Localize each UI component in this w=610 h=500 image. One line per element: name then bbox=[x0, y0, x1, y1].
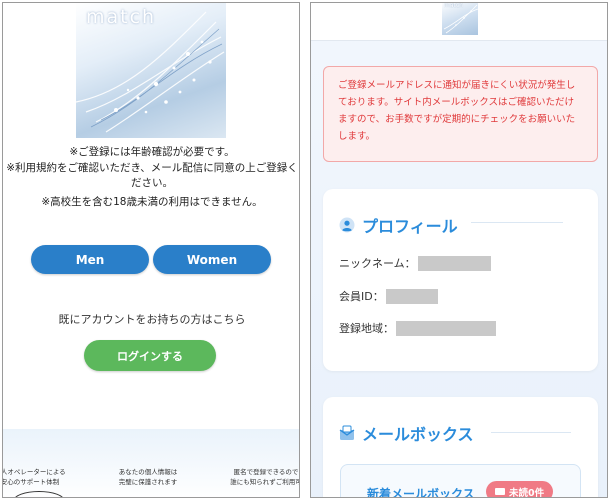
profile-title: プロフィール bbox=[362, 217, 458, 236]
hero-image: match bbox=[76, 3, 226, 138]
profile-card: プロフィール ニックネーム： 会員ID： 登録地域： bbox=[323, 189, 598, 371]
login-button[interactable]: ログインする bbox=[84, 340, 216, 371]
feature-support-line-2: 安心のサポート体制 bbox=[2, 478, 60, 486]
feature-anonymous: 匿名で登録できるので 誰にも知られずご利用可 bbox=[221, 467, 300, 487]
feature-anonymous-line-1: 匿名で登録できるので bbox=[233, 468, 299, 476]
minor-restriction-notice: ※高校生を含む18歳未満の利用はできません。 bbox=[41, 196, 263, 208]
member-id-redacted-value bbox=[385, 288, 438, 304]
profile-title-divider bbox=[471, 222, 563, 223]
nickname-redacted-value bbox=[417, 255, 491, 271]
existing-account-prompt: 既にアカウントをお持ちの方はこちら bbox=[58, 313, 246, 326]
mailbox-heading: メールボックス bbox=[339, 421, 474, 445]
screenshot-root: match ※ご登録には年齢確認が必要です。 ※利用規約をご確認いただき、メール… bbox=[0, 0, 610, 500]
member-id-label: 会員ID： bbox=[339, 290, 384, 303]
mailbox-icon bbox=[339, 425, 355, 440]
feature-support: …人オペレーターによる 安心のサポート体制 bbox=[2, 467, 75, 487]
women-button[interactable]: Women bbox=[153, 245, 271, 274]
feature-privacy-line-1: あなたの個人情報は bbox=[118, 468, 178, 476]
region-label: 登録地域： bbox=[339, 322, 394, 335]
brand-logo: match bbox=[86, 6, 157, 28]
member-top-screen: match ご登録メールアドレスに通知が届きにくい状況が発生しております。サイト… bbox=[310, 2, 608, 498]
men-button[interactable]: Men bbox=[31, 245, 149, 274]
member-id-field: 会員ID： bbox=[339, 288, 438, 304]
mailbox-title-divider bbox=[491, 432, 571, 433]
feature-anonymous-line-2: 誰にも知られずご利用可 bbox=[230, 478, 300, 486]
profile-heading: プロフィール bbox=[339, 213, 458, 237]
region-field: 登録地域： bbox=[339, 320, 496, 336]
envelope-icon bbox=[495, 488, 505, 495]
registration-screen: match ※ご登録には年齢確認が必要です。 ※利用規約をご確認いただき、メール… bbox=[2, 2, 300, 498]
header-brand-logo: match bbox=[444, 2, 463, 9]
feature-support-line-1: …人オペレーターによる bbox=[3, 468, 66, 476]
new-mailbox-link[interactable]: 新着メールボックス 未読0件 bbox=[340, 464, 581, 498]
nickname-field: ニックネーム： bbox=[339, 255, 491, 271]
age-verification-notice: ※ご登録には年齢確認が必要です。 bbox=[69, 146, 235, 158]
feature-privacy: あなたの個人情報は 完璧に保護されます bbox=[103, 467, 193, 487]
features-section: …人オペレーターによる 安心のサポート体制 あなたの個人情報は 完璧に保護されま… bbox=[2, 429, 300, 497]
new-mailbox-label: 新着メールボックス bbox=[367, 487, 475, 498]
header-bar: match bbox=[311, 2, 607, 41]
region-redacted-value bbox=[396, 320, 496, 336]
terms-notice-line-1: ※利用規約をご確認いただき、メール配信に同意の上ご登録く bbox=[6, 162, 298, 174]
header-logo-image[interactable]: match bbox=[442, 2, 478, 35]
email-delivery-alert: ご登録メールアドレスに通知が届きにくい状況が発生しております。サイト内メールボッ… bbox=[323, 66, 598, 162]
feature-badge-icon bbox=[13, 491, 65, 497]
nickname-label: ニックネーム： bbox=[339, 257, 416, 270]
unread-count-text: 未読0件 bbox=[509, 487, 545, 498]
user-icon bbox=[339, 217, 355, 233]
feature-privacy-line-2: 完璧に保護されます bbox=[118, 478, 178, 486]
terms-notice-line-2: ださい。 bbox=[131, 177, 173, 189]
mailbox-title: メールボックス bbox=[362, 425, 474, 444]
unread-count-badge: 未読0件 bbox=[486, 481, 554, 498]
mailbox-card: メールボックス 新着メールボックス 未読0件 bbox=[323, 397, 598, 498]
